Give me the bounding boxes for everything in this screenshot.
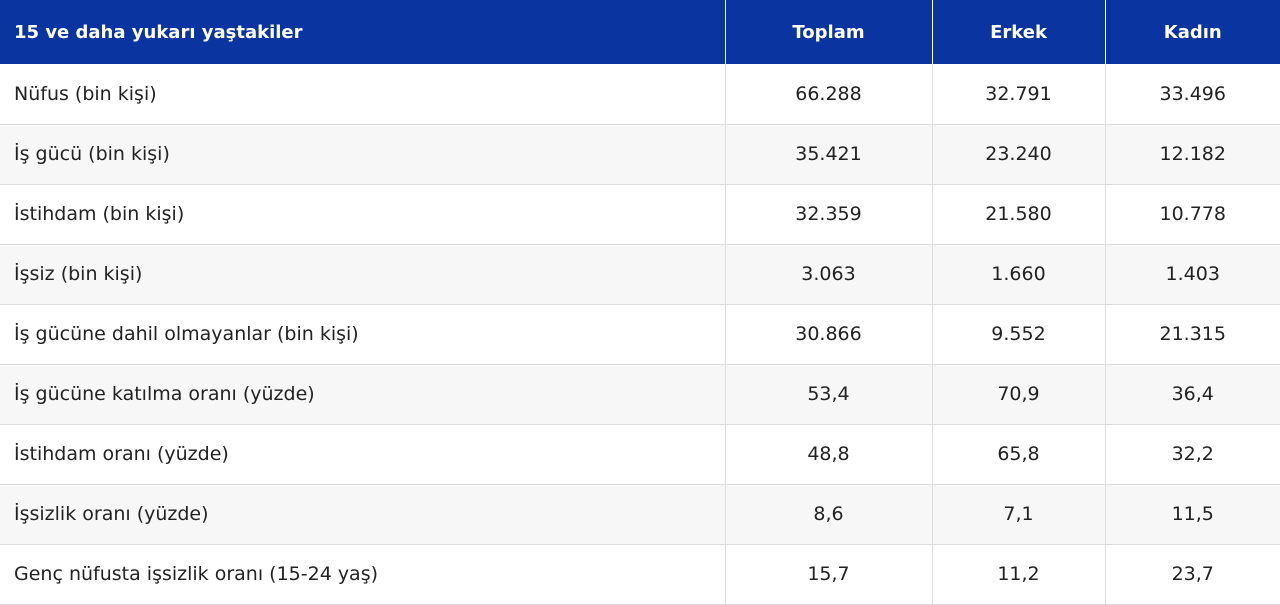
cell-total: 32.359 — [725, 184, 933, 245]
table-row: İşsizlik oranı (yüzde) 8,6 7,1 11,5 — [0, 484, 1280, 545]
table-row: Genç nüfusta işsizlik oranı (15-24 yaş) 1… — [0, 544, 1280, 605]
cell-total: 3.063 — [725, 244, 933, 305]
row-label: Nüfus (bin kişi) — [0, 64, 726, 125]
table-row: İş gücüne katılma oranı (yüzde) 53,4 70,9 3… — [0, 364, 1280, 425]
cell-total: 15,7 — [725, 544, 933, 605]
table-row: İşsiz (bin kişi) 3.063 1.660 1.403 — [0, 244, 1280, 305]
cell-male: 7,1 — [932, 484, 1106, 545]
cell-male: 1.660 — [932, 244, 1106, 305]
table-row: İş gücü (bin kişi) 35.421 23.240 12.182 — [0, 124, 1280, 185]
cell-male: 23.240 — [932, 124, 1106, 185]
cell-male: 9.552 — [932, 304, 1106, 365]
row-label: İş gücüne dahil olmayanlar (bin kişi) — [0, 304, 726, 365]
cell-total: 66.288 — [725, 64, 933, 125]
row-label: İstihdam oranı (yüzde) — [0, 424, 726, 485]
cell-female: 36,4 — [1105, 364, 1280, 425]
table-row: İş gücüne dahil olmayanlar (bin kişi) 30.… — [0, 304, 1280, 365]
cell-female: 11,5 — [1105, 484, 1280, 545]
cell-male: 70,9 — [932, 364, 1106, 425]
header-cell-group: 15 ve daha yukarı yaştakiler — [0, 0, 726, 64]
cell-total: 48,8 — [725, 424, 933, 485]
cell-female: 1.403 — [1105, 244, 1280, 305]
cell-female: 33.496 — [1105, 64, 1280, 125]
cell-female: 32,2 — [1105, 424, 1280, 485]
cell-female: 12.182 — [1105, 124, 1280, 185]
table-row: Nüfus (bin kişi) 66.288 32.791 33.496 — [0, 64, 1280, 125]
row-label: İşsiz (bin kişi) — [0, 244, 726, 305]
row-label: İstihdam (bin kişi) — [0, 184, 726, 245]
header-cell-total: Toplam — [725, 0, 933, 64]
table-row: İstihdam oranı (yüzde) 48,8 65,8 32,2 — [0, 424, 1280, 485]
cell-total: 30.866 — [725, 304, 933, 365]
row-label: Genç nüfusta işsizlik oranı (15-24 yaş) — [0, 544, 726, 605]
cell-female: 23,7 — [1105, 544, 1280, 605]
cell-male: 32.791 — [932, 64, 1106, 125]
table-body: Nüfus (bin kişi) 66.288 32.791 33.496 İş güc… — [0, 64, 1280, 605]
table-header-row: 15 ve daha yukarı yaştakiler Toplam Erke… — [0, 0, 1280, 64]
cell-male: 11,2 — [932, 544, 1106, 605]
cell-male: 21.580 — [932, 184, 1106, 245]
cell-female: 10.778 — [1105, 184, 1280, 245]
table-row: İstihdam (bin kişi) 32.359 21.580 10.778 — [0, 184, 1280, 245]
row-label: İş gücüne katılma oranı (yüzde) — [0, 364, 726, 425]
header-cell-male: Erkek — [932, 0, 1106, 64]
cell-male: 65,8 — [932, 424, 1106, 485]
cell-total: 8,6 — [725, 484, 933, 545]
row-label: İş gücü (bin kişi) — [0, 124, 726, 185]
cell-total: 35.421 — [725, 124, 933, 185]
cell-female: 21.315 — [1105, 304, 1280, 365]
header-cell-female: Kadın — [1105, 0, 1280, 64]
row-label: İşsizlik oranı (yüzde) — [0, 484, 726, 545]
labor-statistics-table: 15 ve daha yukarı yaştakiler Toplam Erke… — [0, 0, 1280, 605]
cell-total: 53,4 — [725, 364, 933, 425]
